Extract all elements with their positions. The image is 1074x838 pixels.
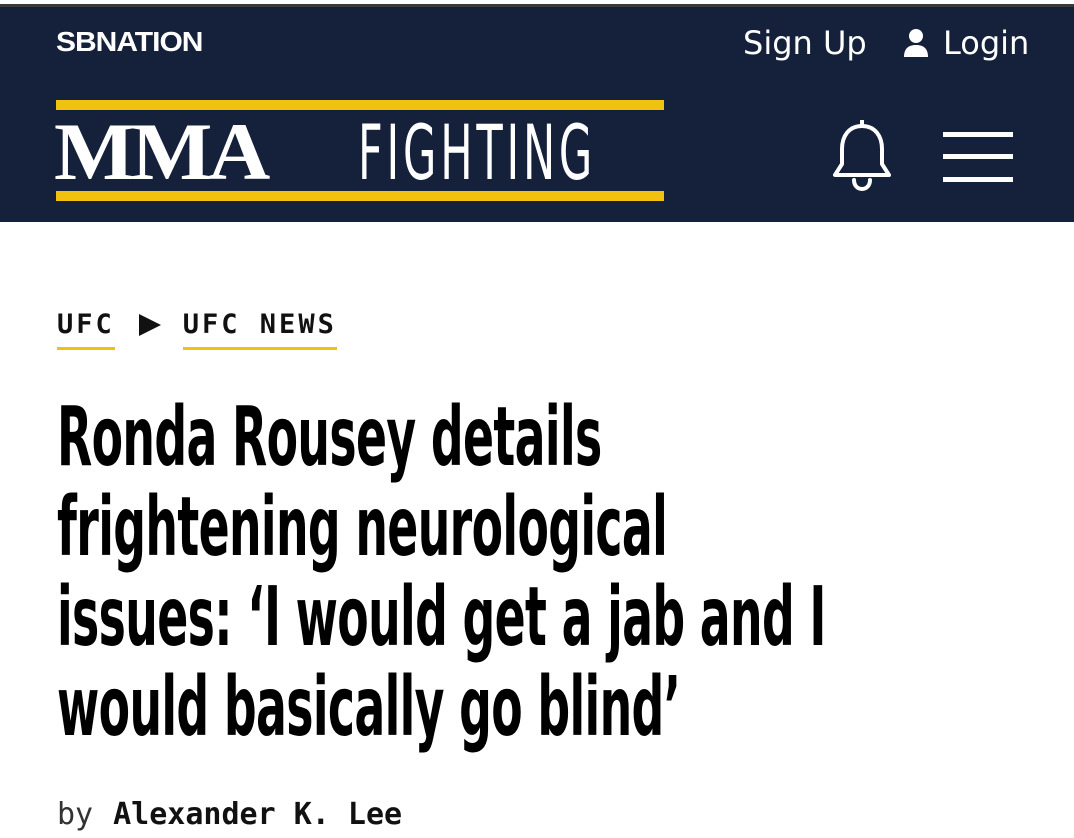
menu-line	[943, 154, 1013, 159]
login-label: Login	[943, 24, 1030, 62]
top-border	[0, 0, 1074, 7]
article-headline: Ronda Rousey details frightening neurolo…	[57, 393, 987, 753]
breadcrumb-ufc-news-link[interactable]: UFC NEWS	[182, 308, 337, 350]
logo-fighting-text: FIGHTING	[358, 108, 597, 197]
article-page: SBNATION Sign Up Login MMA FIGHTING UFC …	[0, 0, 1074, 838]
play-arrow-icon	[137, 308, 163, 342]
sign-up-link[interactable]: Sign Up	[743, 23, 867, 63]
hamburger-menu-button[interactable]	[943, 132, 1013, 184]
logo-bottom-bar	[56, 191, 664, 201]
byline: by Alexander K. Lee	[57, 795, 402, 835]
notifications-button[interactable]	[830, 119, 894, 192]
sbnation-logo[interactable]: SBNATION	[56, 27, 203, 58]
headline-line: issues: ‘I would get a jab and I	[57, 570, 826, 665]
menu-line	[943, 177, 1013, 182]
breadcrumb: UFC UFC NEWS	[57, 308, 337, 352]
headline-line: Ronda Rousey details	[57, 390, 602, 485]
breadcrumb-ufc-link[interactable]: UFC	[57, 308, 115, 350]
byline-prefix: by	[57, 797, 94, 832]
menu-line	[943, 132, 1013, 137]
headline-line: frightening neurological	[57, 480, 668, 575]
logo-mma-text: MMA	[54, 106, 270, 197]
site-header: SBNATION Sign Up Login MMA FIGHTING	[0, 7, 1074, 222]
headline-line: would basically go blind’	[57, 660, 681, 755]
author-link[interactable]: Alexander K. Lee	[113, 795, 402, 835]
bell-icon	[833, 119, 891, 192]
login-link[interactable]: Login	[903, 23, 1029, 63]
user-icon	[903, 28, 929, 58]
mma-fighting-logo[interactable]: MMA FIGHTING	[54, 100, 664, 201]
